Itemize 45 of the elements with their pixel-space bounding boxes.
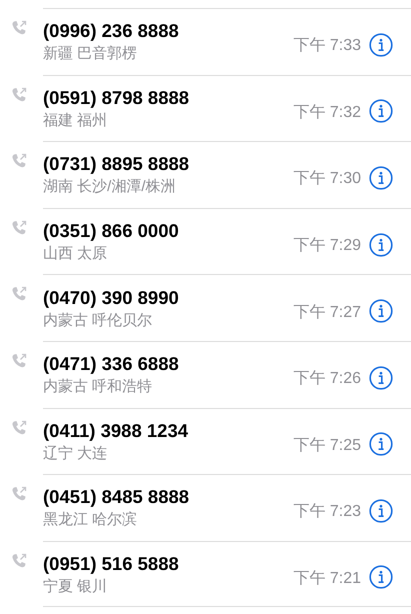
outgoing-call-icon bbox=[10, 286, 26, 302]
outgoing-call-icon bbox=[10, 486, 26, 502]
phone-number: (0951) 516 5888 bbox=[43, 552, 180, 575]
call-time: 下午 7:33 bbox=[293, 36, 361, 56]
info-icon[interactable] bbox=[369, 299, 393, 324]
outgoing-call-icon bbox=[10, 153, 26, 170]
info-icon[interactable] bbox=[369, 565, 393, 590]
caller-location: 黑龙江 哈尔滨 bbox=[43, 510, 138, 530]
caller-location: 内蒙古 呼和浩特 bbox=[43, 377, 154, 396]
phone-number: (0996) 236 8888 bbox=[43, 20, 180, 42]
call-time: 下午 7:30 bbox=[293, 169, 361, 190]
phone-number: (0351) 866 0000 bbox=[43, 220, 180, 242]
call-time: 下午 7:27 bbox=[293, 302, 361, 323]
call-time: 下午 7:29 bbox=[293, 236, 361, 256]
info-icon[interactable] bbox=[369, 32, 393, 57]
caller-location: 福建 福州 bbox=[43, 110, 108, 130]
info-icon[interactable] bbox=[369, 432, 393, 456]
info-icon[interactable] bbox=[369, 99, 393, 124]
info-icon[interactable] bbox=[369, 366, 393, 390]
call-time: 下午 7:25 bbox=[293, 436, 361, 456]
phone-number: (0411) 3988 1234 bbox=[43, 420, 190, 442]
outgoing-call-icon bbox=[10, 352, 26, 369]
phone-number: (0591) 8798 8888 bbox=[43, 86, 190, 109]
caller-location: 宁夏 银川 bbox=[43, 576, 108, 596]
call-time: 下午 7:21 bbox=[293, 568, 361, 589]
caller-location: 内蒙古 呼伦贝尔 bbox=[43, 310, 154, 330]
caller-location: 新疆 巴音郭楞 bbox=[43, 44, 138, 64]
outgoing-call-icon bbox=[10, 220, 26, 236]
info-icon[interactable] bbox=[369, 232, 393, 257]
info-icon[interactable] bbox=[369, 166, 393, 190]
call-time: 下午 7:23 bbox=[293, 502, 361, 522]
outgoing-call-icon bbox=[10, 552, 26, 569]
phone-number: (0451) 8485 8888 bbox=[43, 486, 190, 508]
call-time: 下午 7:32 bbox=[293, 102, 361, 123]
outgoing-call-icon bbox=[10, 86, 26, 103]
info-icon[interactable] bbox=[369, 498, 393, 523]
outgoing-call-icon bbox=[10, 420, 26, 436]
caller-location: 山西 太原 bbox=[43, 244, 108, 264]
phone-number: (0470) 390 8990 bbox=[43, 286, 180, 309]
outgoing-call-icon bbox=[10, 20, 26, 36]
caller-location: 辽宁 大连 bbox=[43, 444, 108, 463]
caller-location: 湖南 长沙/湘潭/株洲 bbox=[43, 177, 177, 196]
call-time: 下午 7:26 bbox=[293, 369, 361, 390]
phone-number: (0471) 336 6888 bbox=[43, 353, 180, 376]
phone-number: (0731) 8895 8888 bbox=[43, 153, 190, 176]
